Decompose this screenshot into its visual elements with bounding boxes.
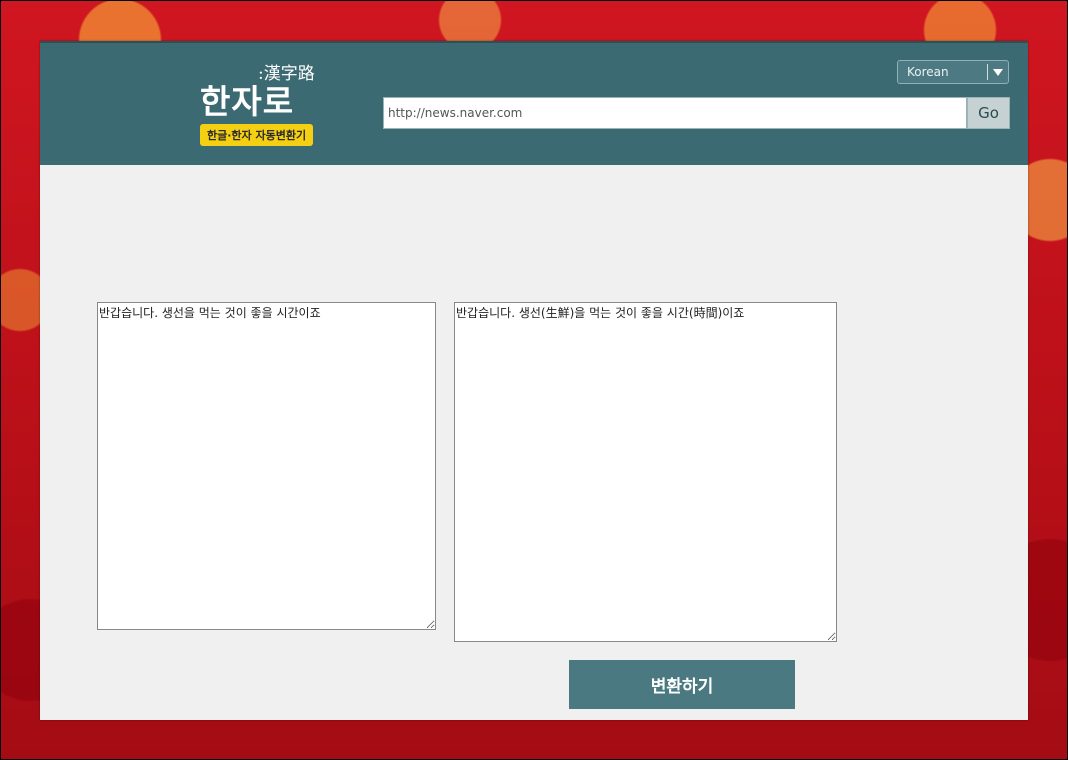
convert-button[interactable]: 변환하기	[569, 660, 795, 709]
logo[interactable]: :漢字路 한자로 한글·한자 자동변환기	[200, 59, 360, 149]
header-bar: :漢字路 한자로 한글·한자 자동변환기 Korean Go	[40, 41, 1028, 165]
logo-tagline-badge: 한글·한자 자동변환기	[200, 124, 314, 146]
result-textarea[interactable]: 반갑습니다. 생선(生鮮)을 먹는 것이 좋을 시간(時間)이죠	[454, 302, 837, 642]
url-input[interactable]	[383, 97, 967, 129]
go-button[interactable]: Go	[967, 97, 1010, 129]
language-select-value: Korean	[907, 65, 949, 79]
source-textarea[interactable]: 반갑습니다. 생선을 먹는 것이 좋을 시간이죠	[97, 302, 436, 630]
language-select[interactable]: Korean	[897, 60, 1009, 84]
app-panel: :漢字路 한자로 한글·한자 자동변환기 Korean Go 반갑습니다. 생선…	[40, 41, 1028, 720]
logo-title: 한자로	[200, 82, 295, 121]
chevron-down-icon[interactable]	[988, 68, 1008, 76]
